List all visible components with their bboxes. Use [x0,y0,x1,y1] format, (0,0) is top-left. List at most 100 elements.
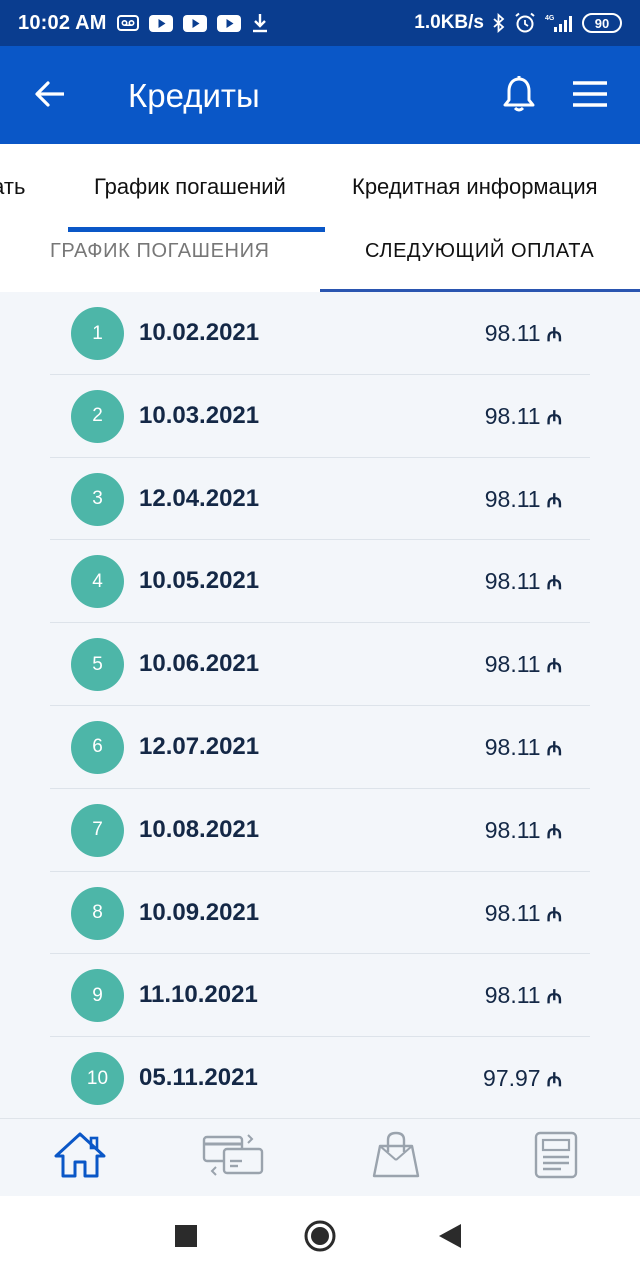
payment-amount: 98.11 [484,816,541,843]
payment-date: 10.03.2021 [139,401,260,429]
back-system-button[interactable] [432,1220,468,1256]
payment-date: 10.06.2021 [139,650,260,678]
payment-date: 12.04.2021 [139,484,260,512]
sub-tabs: ГРАФИК ПОГАШЕНИЯ СЛЕДУЮЩИЙ ОПЛАТА [0,234,640,292]
page-title: Кредиты [128,77,260,114]
payment-number-badge: 3 [71,472,124,526]
circle-icon [303,1219,337,1258]
network-label: 4G [545,15,555,22]
payment-row[interactable]: 1 10.02.2021 98.11 ₼ [50,292,590,375]
battery-icon: 90 [582,13,622,33]
subtab-next-payment[interactable]: СЛЕДУЮЩИЙ ОПЛАТА [365,240,594,263]
payment-number-badge: 10 [71,1052,124,1106]
payment-row[interactable]: 9 11.10.2021 98.11 ₼ [50,954,590,1038]
payment-row[interactable]: 2 10.03.2021 98.11 ₼ [50,375,590,458]
payment-amount-group: 98.11 ₼ [485,568,562,595]
payment-number-badge: 4 [71,555,124,609]
payment-date: 10.05.2021 [139,567,260,595]
tab-active-indicator [68,227,325,232]
payment-amount: 98.11 [484,651,541,678]
payment-amount: 98.11 [484,899,541,926]
payment-amount: 98.11 [484,982,541,1009]
tab-repayment-schedule[interactable]: График погашений [94,174,286,200]
top-tabs: нать График погашений Кредитная информац… [0,144,640,234]
payment-row[interactable]: 10 05.11.2021 97.97 ₼ [50,1037,590,1118]
home-system-button[interactable] [302,1220,338,1256]
payment-amount-group: 98.11 ₼ [485,817,562,844]
currency-symbol: ₼ [546,1070,562,1092]
payment-amount-group: 98.11 ₼ [485,651,562,678]
currency-symbol: ₼ [546,821,562,843]
battery-level: 90 [594,15,610,31]
bottom-nav [0,1118,640,1196]
bluetooth-icon [492,13,506,33]
youtube-icon [182,14,207,32]
tab-partial[interactable]: нать [0,174,25,200]
nav-documents-button[interactable] [526,1129,586,1185]
payments-list: 1 10.02.2021 98.11 ₼ 2 10.03.2021 98.11 ₼ 3 12.04… [50,292,590,1118]
menu-button[interactable] [568,76,612,116]
payment-amount: 98.11 [484,402,541,429]
triangle-back-icon [439,1223,461,1253]
payment-amount-group: 98.11 ₼ [485,486,562,513]
currency-symbol: ₼ [546,656,562,678]
alarm-icon [514,12,536,34]
shopping-bag-icon [370,1130,422,1185]
payments-list-area[interactable]: 1 10.02.2021 98.11 ₼ 2 10.03.2021 98.11 ₼ 3 12.04… [0,292,640,1118]
payment-number-badge: 9 [71,969,124,1023]
payment-amount-group: 98.11 ₼ [485,900,562,927]
payment-number-badge: 6 [71,720,124,774]
payment-number-badge: 7 [71,803,124,857]
arrow-left-icon [34,80,66,113]
payment-number-badge: 1 [71,307,124,360]
payment-amount: 98.11 [484,320,541,346]
bell-icon [502,75,536,118]
payment-row[interactable]: 7 10.08.2021 98.11 ₼ [50,789,590,872]
payment-amount-group: 98.11 ₼ [485,320,562,347]
payment-amount-group: 98.11 ₼ [485,403,562,430]
payment-number-badge: 8 [71,886,124,940]
youtube-icon [216,14,241,32]
youtube-icon [148,14,173,32]
payment-date: 10.02.2021 [139,319,260,346]
payment-amount-group: 98.11 ₼ [485,734,562,761]
network-speed: 1.0KB/s [414,12,484,33]
status-time: 10:02 AM [18,11,107,34]
recent-apps-button[interactable] [168,1220,204,1256]
payment-date: 12.07.2021 [139,732,260,760]
currency-symbol: ₼ [546,490,562,512]
payment-row[interactable]: 4 10.05.2021 98.11 ₼ [50,540,590,624]
subtab-repayment-schedule[interactable]: ГРАФИК ПОГАШЕНИЯ [50,240,270,263]
documents-icon [533,1130,579,1185]
signal-icon: 4G [544,13,574,33]
back-button[interactable] [30,76,70,116]
payment-number-badge: 2 [71,389,124,443]
currency-symbol: ₼ [546,407,562,429]
payment-amount: 98.11 [484,733,541,760]
payment-amount: 97.97 [483,1065,541,1092]
nav-transfers-button[interactable] [202,1129,264,1185]
payment-amount: 98.11 [484,568,541,595]
tab-credit-info[interactable]: Кредитная информация [352,174,598,200]
app-bar: Кредиты [0,46,640,144]
payment-date: 11.10.2021 [139,981,258,1009]
nav-shop-button[interactable] [366,1129,426,1185]
payment-date: 05.11.2021 [139,1064,258,1092]
currency-symbol: ₼ [546,738,562,760]
notifications-button[interactable] [498,74,540,118]
payment-amount-group: 97.97 ₼ [483,1065,562,1092]
currency-symbol: ₼ [546,573,562,595]
home-icon [53,1130,107,1185]
payment-row[interactable]: 6 12.07.2021 98.11 ₼ [50,706,590,789]
payment-date: 10.08.2021 [139,815,260,843]
payment-number-badge: 5 [71,638,124,692]
payment-amount-group: 98.11 ₼ [485,982,562,1009]
currency-symbol: ₼ [546,904,562,926]
currency-symbol: ₼ [546,325,562,346]
payment-date: 10.09.2021 [139,898,260,926]
currency-symbol: ₼ [546,987,562,1009]
payment-row[interactable]: 3 12.04.2021 98.11 ₼ [50,458,590,541]
payment-row[interactable]: 5 10.06.2021 98.11 ₼ [50,623,590,706]
payment-row[interactable]: 8 10.09.2021 98.11 ₼ [50,872,590,955]
nav-home-button[interactable] [50,1129,110,1185]
